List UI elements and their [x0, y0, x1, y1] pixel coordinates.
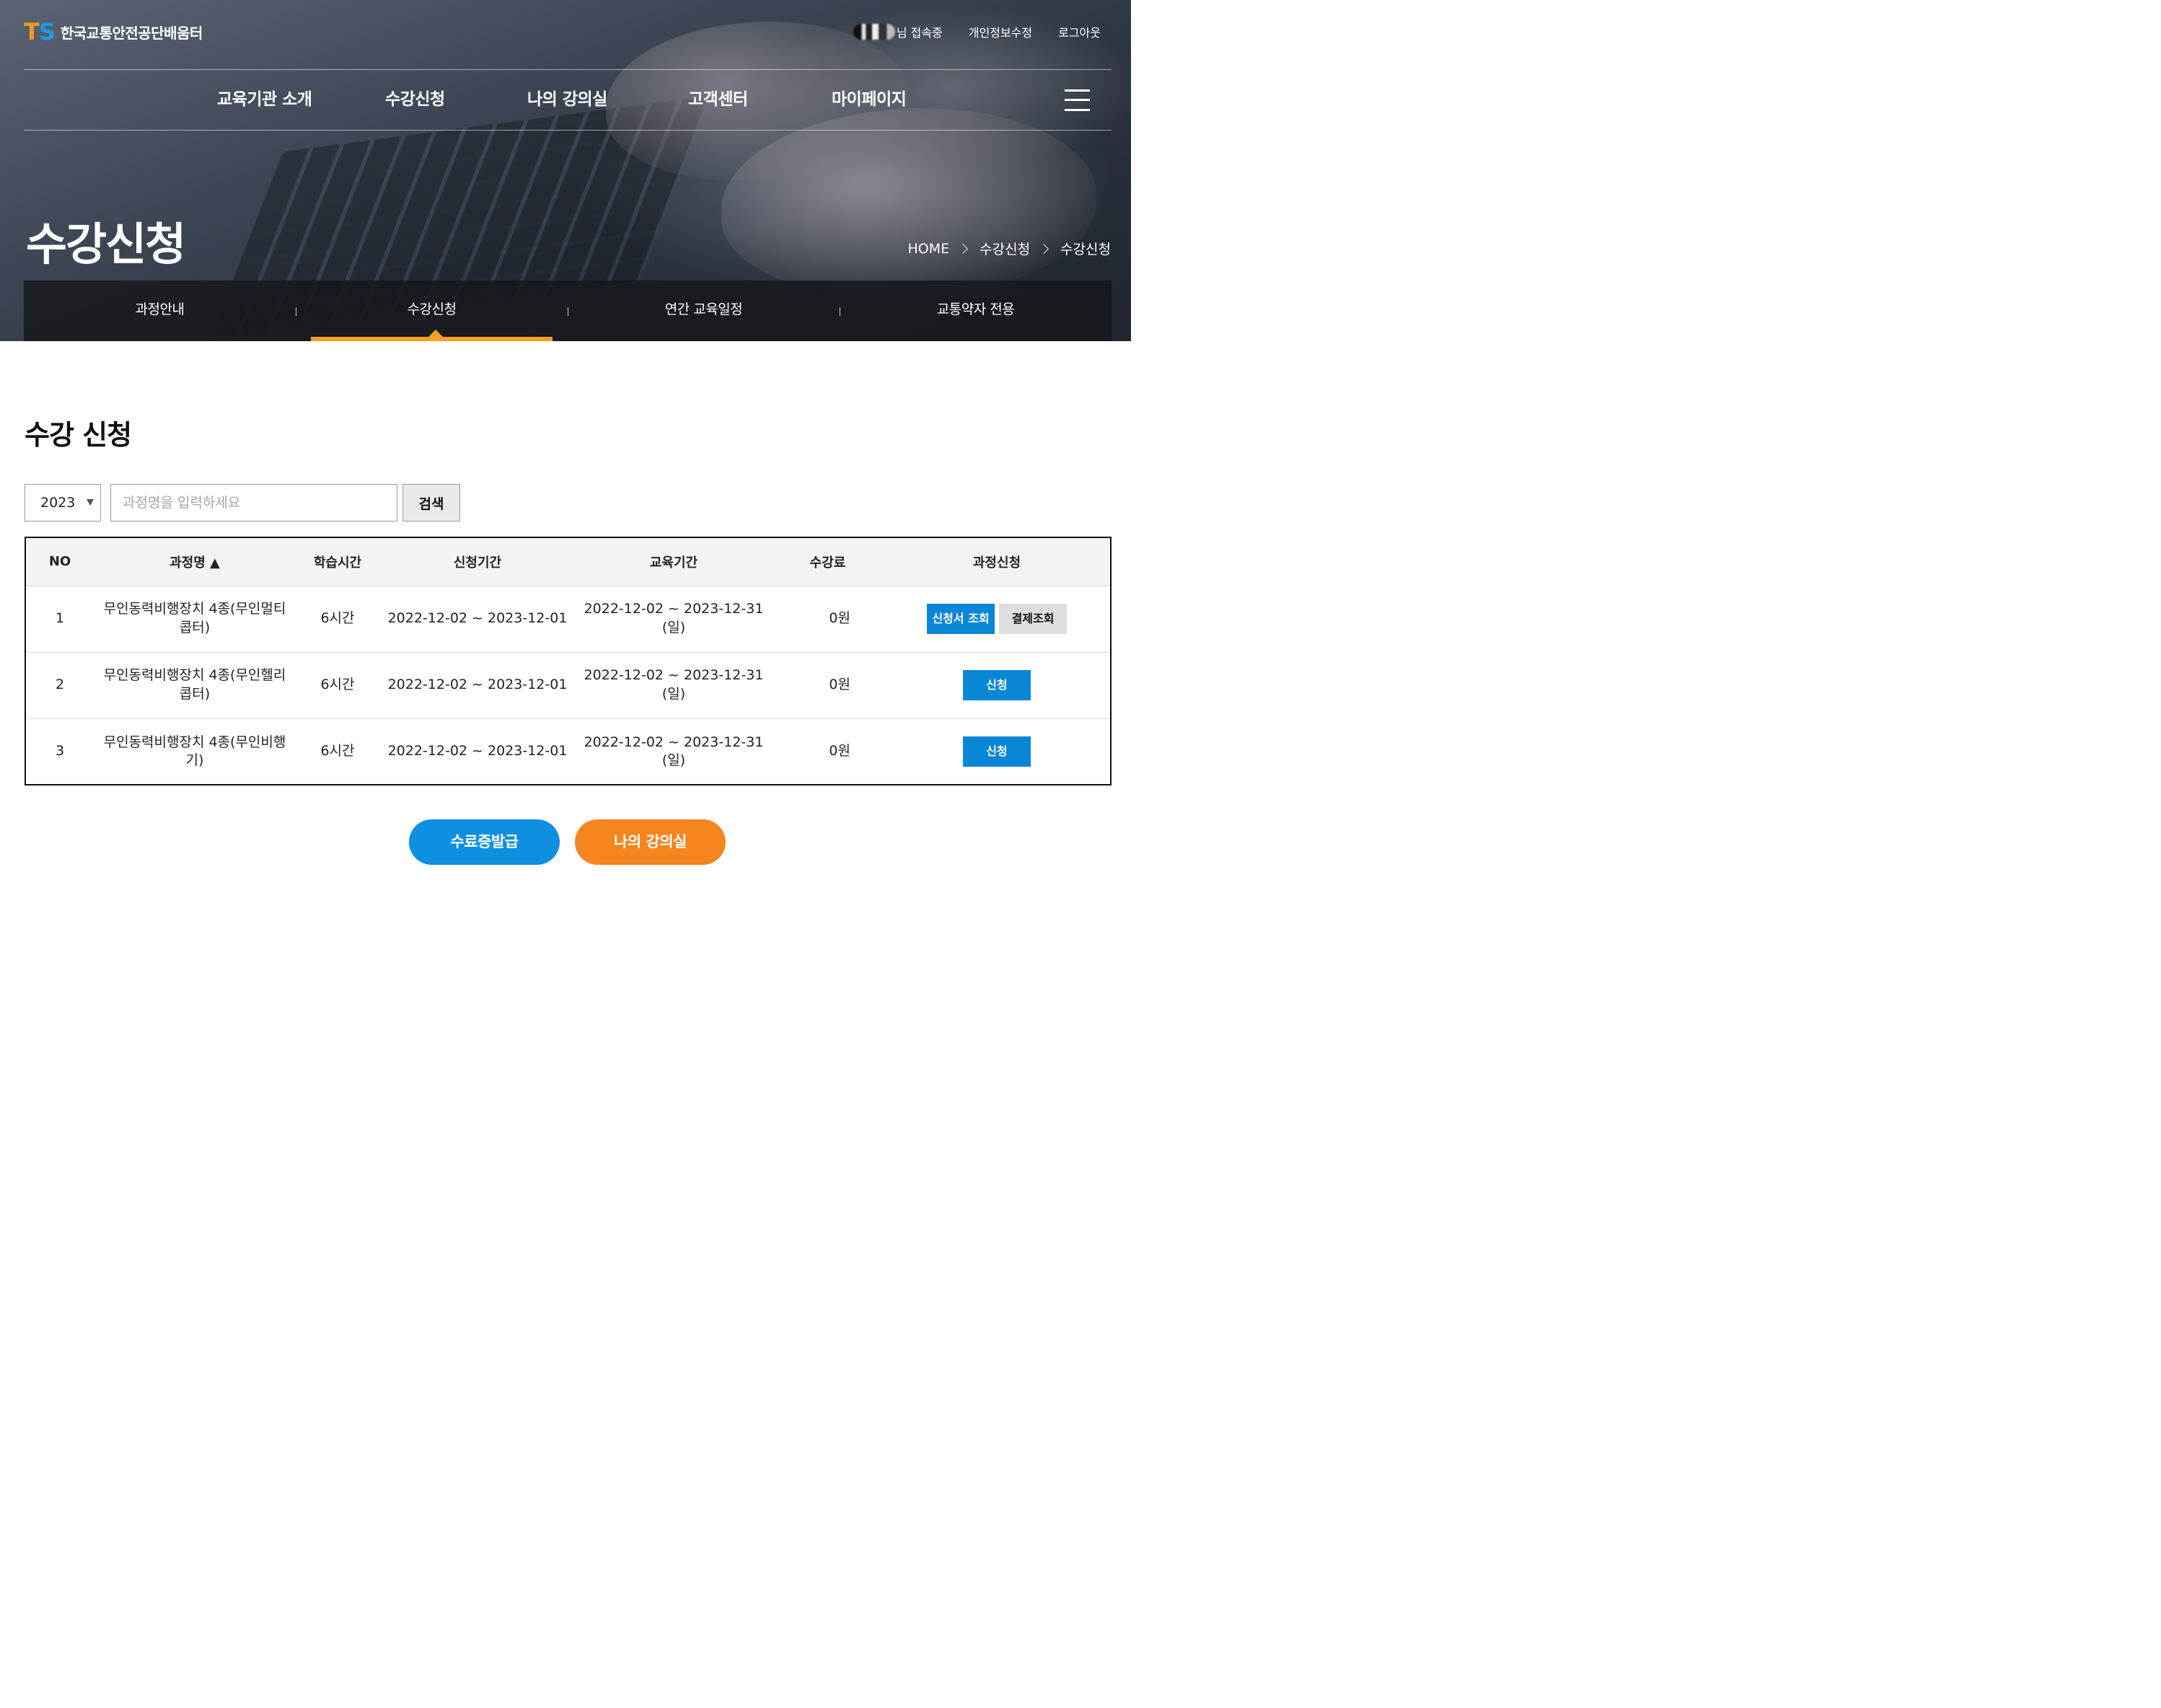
certificate-button[interactable]: 수료증발급: [409, 819, 560, 865]
cell-apply-period: 2022-12-02 ~ 2023-12-01: [387, 610, 568, 627]
cell-fee: 0원: [829, 743, 850, 760]
utility-nav: 님 접속중 개인정보수정 로그아웃: [853, 23, 1101, 40]
cell-fee: 0원: [829, 677, 850, 693]
edu-period-line: 2022-12-02 ~ 2023-12-31: [584, 667, 764, 684]
course-name-line: 무인동력비행장치 4종(무인비행: [103, 734, 286, 750]
course-name-line: 무인동력비행장치 4종(무인멀티: [103, 601, 286, 617]
cell-no: 1: [55, 610, 65, 627]
caret-up-icon: [428, 330, 443, 337]
hamburger-line: [1065, 89, 1090, 92]
bottom-actions: 수료증발급 나의 강의실: [0, 819, 1131, 865]
table-row: 2 무인동력비행장치 4종(무인헬리콥터) 6시간 2022-12-02 ~ 2…: [26, 652, 1110, 718]
table-header-row: NO 과정명 ▲ 학습시간 신청기간 교육기간 수강료 과정신청: [26, 538, 1110, 586]
sub-nav: 과정안내 수강신청 연간 교육일정 교통약자 전용: [24, 281, 1112, 341]
breadcrumb: HOME 수강신청 수강신청: [908, 239, 1111, 258]
breadcrumb-item[interactable]: 수강신청: [980, 239, 1030, 258]
user-name-redacted: [853, 24, 895, 40]
cell-edu-period: 2022-12-02 ~ 2023-12-31 (일): [576, 652, 772, 718]
course-name-line: 콥터): [179, 620, 211, 635]
cell-fee: 0원: [829, 610, 850, 627]
apply-button[interactable]: 신청: [963, 670, 1031, 700]
course-name-line: 기): [185, 752, 204, 769]
my-classroom-button[interactable]: 나의 강의실: [575, 819, 726, 865]
cell-hours: 6시간: [320, 677, 355, 693]
edu-period-line: (일): [661, 686, 686, 702]
cell-no: 2: [55, 677, 65, 693]
hamburger-icon[interactable]: [1065, 89, 1090, 111]
course-table: NO 과정명 ▲ 학습시간 신청기간 교육기간 수강료 과정신청 1 무인동력비…: [25, 537, 1112, 785]
col-header-fee: 수강료: [772, 538, 884, 586]
user-status-label: 님 접속중: [896, 26, 943, 40]
year-select-value: 2023: [40, 495, 76, 511]
subnav-item-accessibility[interactable]: 교통약자 전용: [840, 281, 1112, 338]
cell-apply-period: 2022-12-02 ~ 2023-12-01: [387, 743, 568, 760]
gnb-item-enrollment[interactable]: 수강신청: [385, 69, 445, 130]
course-name-line: 무인동력비행장치 4종(무인헬리: [103, 667, 286, 684]
hamburger-line: [1065, 99, 1090, 101]
hamburger-line: [1065, 109, 1090, 111]
course-search-input[interactable]: [110, 484, 397, 521]
divider: [24, 130, 1112, 131]
col-header-apply-period: 신청기간: [379, 538, 576, 586]
apply-button[interactable]: 신청: [963, 736, 1031, 767]
cell-edu-period: 2022-12-02 ~ 2023-12-31 (일): [576, 718, 772, 785]
cell-action: 신청: [884, 652, 1110, 718]
logo-mark: TS: [24, 18, 56, 45]
active-tab-indicator: [311, 337, 553, 341]
global-nav: 교육기관 소개 수강신청 나의 강의실 고객센터 마이페이지: [0, 69, 1131, 130]
user-status: 님 접속중: [853, 23, 943, 40]
year-select[interactable]: 2023: [25, 484, 101, 521]
chevron-right-icon: [1039, 243, 1049, 254]
page-title: 수강 신청: [25, 419, 132, 451]
view-application-button[interactable]: 신청서 조회: [926, 604, 995, 634]
cell-hours: 6시간: [320, 743, 355, 760]
edit-profile-link[interactable]: 개인정보수정: [969, 23, 1032, 40]
breadcrumb-home[interactable]: HOME: [908, 241, 950, 257]
col-header-no: NO: [26, 538, 94, 586]
gnb-item-mypage[interactable]: 마이페이지: [832, 69, 907, 130]
gnb-item-institution[interactable]: 교육기관 소개: [217, 69, 312, 130]
subnav-item-course-guide[interactable]: 과정안내: [24, 281, 296, 338]
gnb-item-customer-center[interactable]: 고객센터: [688, 69, 748, 130]
breadcrumb-current: 수강신청: [1060, 242, 1111, 257]
logo-letter-s: S: [38, 18, 56, 45]
cell-edu-period: 2022-12-02 ~ 2023-12-31 (일): [576, 586, 772, 652]
edu-period-line: 2022-12-02 ~ 2023-12-31: [584, 734, 764, 750]
cell-hours: 6시간: [320, 610, 355, 627]
edu-period-line: (일): [661, 620, 686, 635]
hero-title: 수강신청: [26, 218, 186, 270]
subnav-item-annual-schedule[interactable]: 연간 교육일정: [568, 281, 840, 338]
edu-period-line: 2022-12-02 ~ 2023-12-31: [584, 601, 764, 617]
search-button[interactable]: 검색: [402, 484, 460, 521]
cell-course: 무인동력비행장치 4종(무인헬리콥터): [94, 652, 296, 718]
cell-apply-period: 2022-12-02 ~ 2023-12-01: [387, 677, 568, 693]
caret-down-icon: [87, 499, 94, 506]
logo-letter-t: T: [24, 18, 40, 45]
payment-inquiry-button[interactable]: 결제조회: [999, 604, 1068, 634]
course-name-line: 콥터): [179, 686, 211, 702]
col-header-hours: 학습시간: [296, 538, 379, 586]
col-header-course[interactable]: 과정명 ▲: [94, 538, 296, 586]
hero-banner: TS 한국교통안전공단배움터 님 접속중 개인정보수정 로그아웃 교육기관 소개…: [0, 0, 1131, 341]
cell-course: 무인동력비행장치 4종(무인비행기): [94, 718, 296, 785]
table-row: 1 무인동력비행장치 4종(무인멀티콥터) 6시간 2022-12-02 ~ 2…: [26, 586, 1110, 652]
logout-link[interactable]: 로그아웃: [1058, 23, 1101, 40]
chevron-right-icon: [958, 243, 969, 254]
logo-text: 한국교통안전공단배움터: [60, 24, 203, 42]
cell-action: 신청: [884, 718, 1110, 785]
site-logo[interactable]: TS 한국교통안전공단배움터: [24, 20, 203, 43]
cell-no: 3: [55, 743, 65, 760]
cell-action: 신청서 조회 결제조회: [884, 586, 1110, 652]
gnb-item-my-classroom[interactable]: 나의 강의실: [527, 69, 607, 130]
edu-period-line: (일): [661, 752, 686, 769]
col-header-action: 과정신청: [884, 538, 1110, 586]
cell-course: 무인동력비행장치 4종(무인멀티콥터): [94, 586, 296, 652]
table-row: 3 무인동력비행장치 4종(무인비행기) 6시간 2022-12-02 ~ 20…: [26, 718, 1110, 785]
col-header-edu-period: 교육기간: [576, 538, 772, 586]
